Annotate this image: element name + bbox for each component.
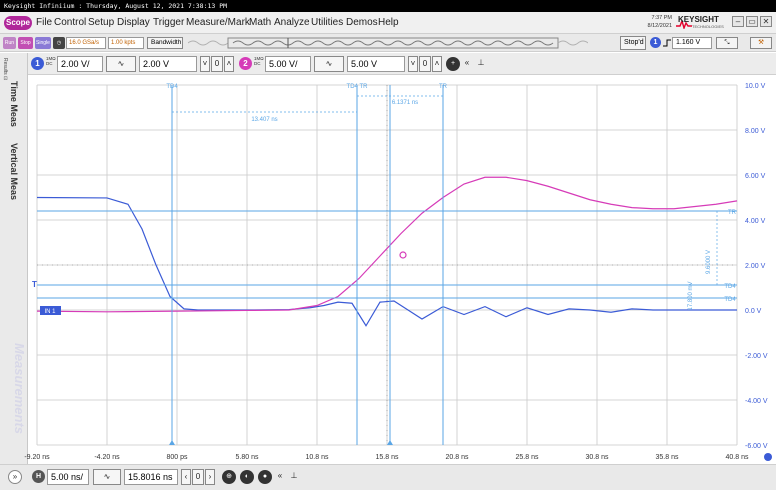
collapse-bottom-icon[interactable]: «: [274, 469, 286, 485]
y-tick-label: 4.00 V: [745, 218, 766, 225]
x-tick-label: -4.20 ns: [94, 454, 120, 461]
y-tick-label: -2.00 V: [745, 353, 768, 360]
dt1-label: 13.407 ns: [251, 117, 277, 123]
x-tick-label: 35.8 ns: [656, 454, 679, 461]
timebase-scale[interactable]: 5.00 ns/: [47, 469, 89, 485]
y-tick-label: -6.00 V: [745, 443, 768, 450]
pin-bottom-icon[interactable]: ⊥: [288, 469, 300, 485]
waveform-display[interactable]: TD4 TD4 TR TR 13.407 ns 6.1371 ns TR TD4 TD4 9.6…: [0, 0, 776, 464]
x-tick-label: 25.8 ns: [516, 454, 539, 461]
x-tick-label: 800 ps: [166, 454, 188, 461]
settings-icon[interactable]: ●: [258, 470, 272, 484]
hmarker-x-label: TD4: [724, 297, 736, 303]
y-tick-label: 6.00 V: [745, 173, 766, 180]
y-tick-label: 2.00 V: [745, 263, 766, 270]
hmarker-tr-label: TR: [728, 210, 737, 216]
expand-icon[interactable]: »: [8, 470, 22, 484]
hmarker-td4-label: TD4: [724, 284, 736, 290]
axis-settings-icon: [764, 453, 772, 461]
x-tick-label: 5.80 ns: [236, 454, 259, 461]
dt2-label: 6.1371 ns: [392, 100, 418, 106]
timebase-zero-icon[interactable]: 0: [192, 469, 204, 485]
y-tick-label: 0.0 V: [745, 308, 762, 315]
timebase-position[interactable]: 15.8016 ns: [124, 469, 178, 485]
timebase-toolbar: » H 5.00 ns/ ∿ 15.8016 ns ‹ 0 › ⊕ ◐ ● « …: [0, 464, 776, 490]
timebase-wave-icon[interactable]: ∿: [93, 469, 121, 485]
dv1-label: 9.6000 V: [706, 250, 712, 274]
x-tick-label: 40.8 ns: [726, 454, 749, 461]
x-tick-label: 30.8 ns: [586, 454, 609, 461]
x-tick-label: -9.20 ns: [24, 454, 50, 461]
marker-td4-label: TD4: [166, 84, 178, 90]
dv2-label: 17.800 mV: [688, 281, 694, 310]
horizontal-badge: H: [32, 470, 45, 483]
y-tick-label: 10.0 V: [745, 83, 766, 90]
x-tick-label: 20.8 ns: [446, 454, 469, 461]
x-tick-label: 15.8 ns: [376, 454, 399, 461]
y-tick-label: -4.00 V: [745, 398, 768, 405]
marker-tdtr-label: TD4 TR: [347, 84, 369, 90]
zoom-icon[interactable]: ⊕: [222, 470, 236, 484]
marker-tr-label: TR: [439, 84, 448, 90]
reference-icon[interactable]: ◐: [240, 470, 254, 484]
timebase-left-icon[interactable]: ‹: [181, 469, 191, 485]
trigger-level-marker: T: [32, 280, 37, 289]
channel-1-ground-label: IN 1: [44, 309, 56, 315]
x-tick-label: 10.8 ns: [306, 454, 329, 461]
timebase-right-icon[interactable]: ›: [205, 469, 215, 485]
y-tick-label: 8.00 V: [745, 128, 766, 135]
